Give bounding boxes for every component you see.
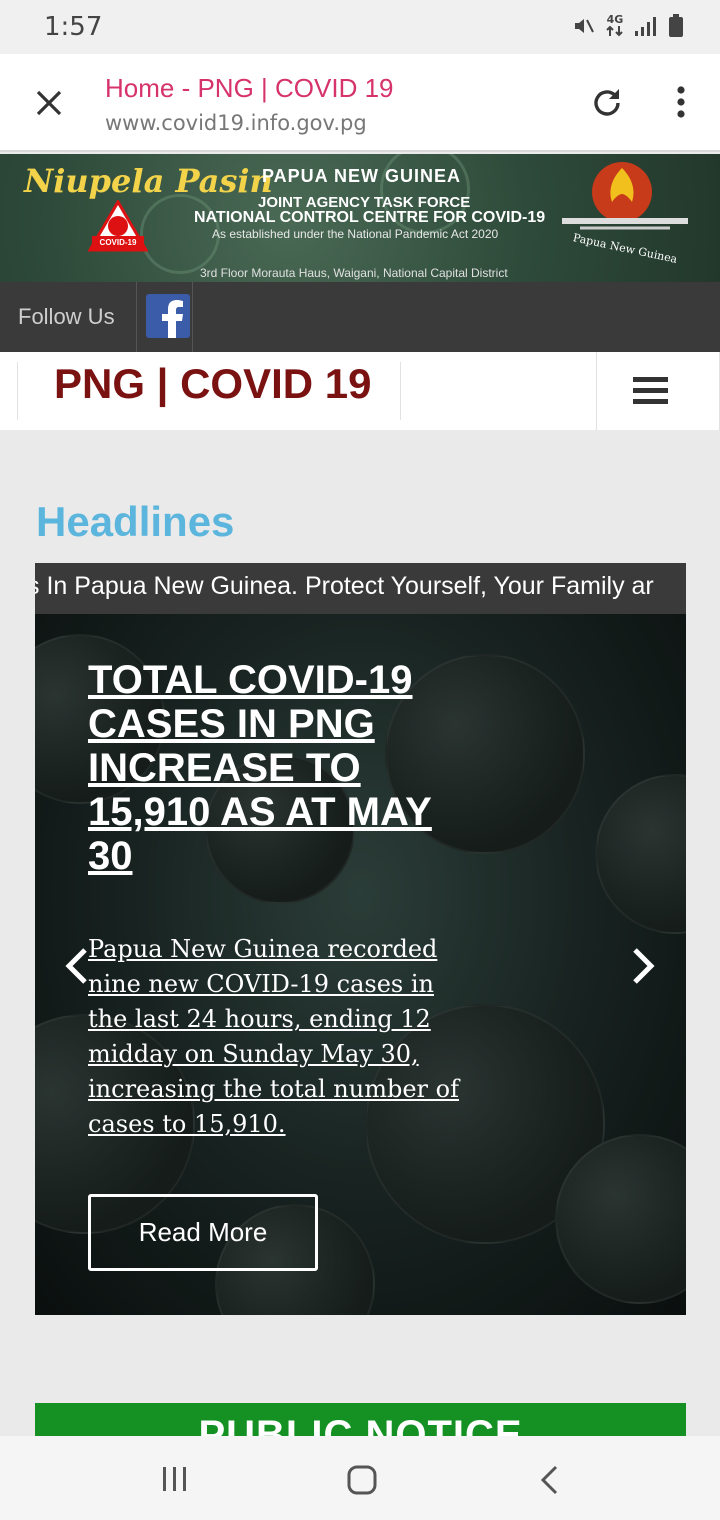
slide-headline-link[interactable]: TOTAL COVID-19 CASES IN PNG INCREASE TO … [88, 658, 468, 878]
signal-icon [635, 17, 656, 36]
more-options-icon[interactable] [664, 82, 698, 122]
system-nav-bar [0, 1436, 720, 1520]
facebook-icon[interactable] [146, 294, 190, 338]
banner-slogan: Niupela Pasin [24, 162, 273, 200]
covid-stop-badge-icon: COVID-19 [88, 200, 148, 252]
status-bar: 1:57 4G [0, 0, 720, 54]
mute-icon [575, 19, 594, 33]
status-time: 1:57 [44, 12, 103, 42]
ticker-text: In Papua New Guinea. Protect Yourself, Y… [35, 572, 653, 601]
hamburger-icon[interactable] [633, 377, 668, 405]
hamburger-line [633, 399, 668, 404]
banner-country: PAPUA NEW GUINEA [262, 166, 462, 186]
site-logo[interactable]: PNG | COVID 19 [54, 360, 372, 408]
network-label: 4G [606, 13, 624, 26]
divider [17, 362, 18, 420]
virus-decoration [595, 774, 686, 934]
banner-act: As established under the National Pandem… [212, 227, 499, 241]
slide-body-link[interactable]: Papua New Guinea recorded nine new COVID… [88, 932, 463, 1142]
divider [400, 362, 401, 420]
header-banner: Niupela Pasin COVID-19 PAPUA NEW GUINEA … [0, 154, 720, 282]
banner-address: 3rd Floor Morauta Haus, Waigani, Nationa… [200, 266, 508, 280]
reload-icon[interactable] [588, 84, 626, 122]
headline-carousel-slide: TOTAL COVID-19 CASES IN PNG INCREASE TO … [35, 614, 686, 1315]
hamburger-line [633, 388, 668, 393]
divider [192, 282, 193, 352]
hamburger-line [633, 377, 668, 382]
headlines-heading: Headlines [36, 498, 235, 545]
custom-tab-toolbar: Home - PNG | COVID 19 www.covid19.info.g… [0, 54, 720, 152]
read-more-button[interactable]: Read More [88, 1194, 318, 1271]
battery-icon [669, 14, 683, 37]
data-arrows-icon [606, 25, 623, 37]
banner-virus-decoration [140, 194, 220, 274]
home-icon[interactable] [346, 1464, 378, 1496]
banner-centre: NATIONAL CONTROL CENTRE FOR COVID-19 [194, 209, 546, 226]
recent-apps-icon[interactable] [160, 1466, 190, 1492]
back-icon[interactable] [538, 1464, 562, 1496]
news-ticker[interactable]: In Papua New Guinea. Protect Yourself, Y… [35, 563, 686, 614]
carousel-prev-icon[interactable] [63, 946, 89, 986]
status-icons: 4G [572, 14, 684, 38]
badge-label: COVID-19 [100, 238, 137, 247]
divider [136, 282, 137, 352]
page-url: www.covid19.info.gov.pg [105, 111, 367, 135]
follow-us-label: Follow Us [18, 304, 115, 329]
close-icon[interactable] [30, 84, 68, 122]
network-indicator: 4G [606, 13, 624, 37]
follow-bar: Follow Us [0, 282, 720, 352]
carousel-next-icon[interactable] [631, 946, 657, 986]
page-title: Home - PNG | COVID 19 [105, 73, 394, 103]
site-navbar: PNG | COVID 19 [0, 352, 720, 430]
